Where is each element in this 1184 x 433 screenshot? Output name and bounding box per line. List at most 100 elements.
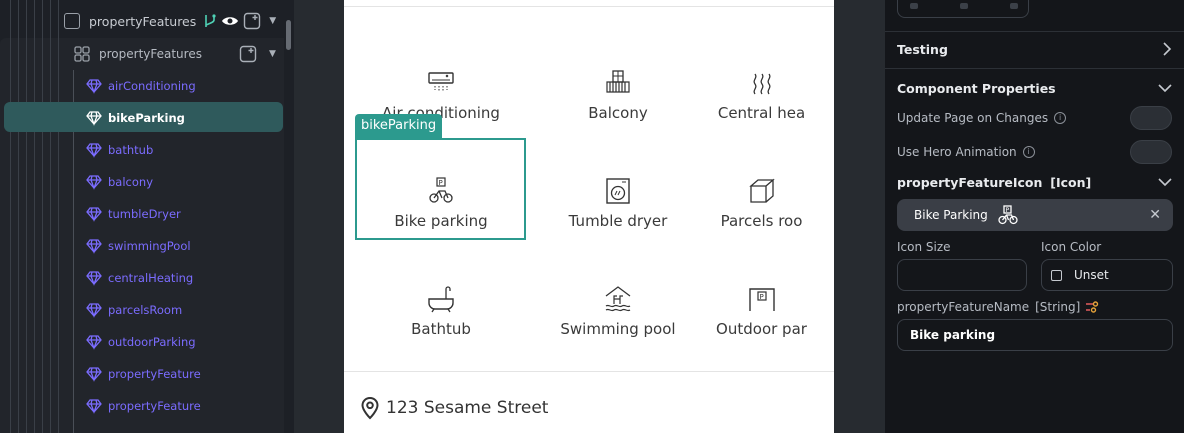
update-page-label: Update Page on Changes	[897, 111, 1049, 125]
heating-icon	[753, 73, 770, 95]
tree-item-outdoorParking[interactable]: outdoorParking	[86, 326, 196, 358]
feature-label: Balcony	[588, 104, 648, 122]
tree-container-label: propertyFeatures	[99, 47, 202, 61]
pool-icon	[605, 286, 631, 312]
tree-item-propertyFeature[interactable]: propertyFeature	[86, 358, 201, 390]
tree-scrollbar[interactable]	[284, 0, 294, 433]
feature-tile[interactable]: Tumble dryer	[538, 148, 698, 240]
feature-tile[interactable]: Swimming pool	[538, 256, 698, 348]
component-icon	[86, 143, 102, 158]
tree-item-propertyFeature[interactable]: propertyFeature	[86, 390, 201, 422]
tree-item-label: bikeParking	[108, 111, 185, 125]
feature-label: Outdoor par	[716, 320, 807, 338]
tree-item-label: bathtub	[108, 143, 154, 157]
hero-animation-label: Use Hero Animation	[897, 145, 1017, 159]
grid-icon	[74, 46, 90, 62]
icon-size-input[interactable]	[897, 259, 1027, 291]
tree-container-item[interactable]: propertyFeatures ▼	[74, 38, 279, 70]
scrollbar-thumb[interactable]	[286, 20, 291, 50]
tree-item-label: airConditioning	[108, 79, 196, 93]
update-page-toggle[interactable]	[1130, 106, 1172, 130]
icon-color-label: Icon Color	[1041, 240, 1102, 254]
feature-tile[interactable]: P Outdoor par	[701, 256, 822, 348]
component-icon	[86, 79, 102, 94]
tree-item-label: centralHeating	[108, 271, 194, 285]
icon-prop-type: [Icon]	[1050, 174, 1092, 190]
eye-icon[interactable]	[221, 13, 239, 29]
icon-prop-header[interactable]: propertyFeatureIcon [Icon]	[897, 173, 1172, 191]
feature-tile[interactable]: Parcels roo	[701, 148, 822, 240]
feature-tile[interactable]: Central hea	[701, 40, 822, 132]
tree-item-bikeParking[interactable]: bikeParking	[86, 102, 185, 134]
component-properties-label: Component Properties	[897, 80, 1056, 96]
outdoor-parking-icon: P	[748, 288, 775, 311]
variable-icon[interactable]	[1085, 300, 1099, 314]
tree-root-item[interactable]: propertyFeatures ▼	[64, 5, 279, 37]
chevron-down-icon	[1158, 178, 1172, 187]
feature-label: Swimming pool	[560, 320, 676, 338]
testing-section[interactable]: Testing	[897, 40, 1172, 58]
name-prop-name: propertyFeatureName	[897, 300, 1030, 314]
chevron-down-icon[interactable]: ▼	[269, 49, 276, 59]
name-value: Bike parking	[910, 328, 996, 342]
location-pin-icon	[361, 396, 379, 420]
icon-prop-name: propertyFeatureIcon	[897, 174, 1043, 190]
hero-animation-row: Use Hero Animation i	[897, 140, 1172, 164]
tree-item-tumbleDryer[interactable]: tumbleDryer	[86, 198, 181, 230]
name-prop-type: [String]	[1035, 300, 1081, 314]
icon-picker[interactable]: Bike Parking P ✕	[897, 199, 1173, 231]
name-input[interactable]: Bike parking	[897, 319, 1173, 351]
tree-item-label: propertyFeature	[108, 367, 201, 381]
branch-icon[interactable]	[202, 13, 218, 29]
clear-icon[interactable]: ✕	[1149, 207, 1161, 223]
tree-item-label: propertyFeature	[108, 399, 201, 413]
tree-item-swimmingPool[interactable]: swimmingPool	[86, 230, 191, 262]
feature-label: Central hea	[717, 104, 806, 122]
svg-text:P: P	[759, 293, 763, 301]
feature-label: Bathtub	[411, 320, 471, 338]
chevron-down-icon[interactable]: ▼	[269, 16, 276, 26]
tree-item-label: outdoorParking	[108, 335, 196, 349]
color-swatch	[1051, 269, 1062, 281]
feature-label: Parcels roo	[720, 212, 803, 230]
add-widget-icon[interactable]	[239, 45, 257, 63]
tree-item-label: swimmingPool	[108, 239, 191, 253]
bathtub-icon	[428, 286, 454, 313]
parcel-icon	[748, 178, 775, 203]
tree-item-label: tumbleDryer	[108, 207, 181, 221]
chevron-right-icon	[1163, 42, 1172, 56]
svg-text:P: P	[1005, 207, 1009, 214]
info-icon[interactable]: i	[1054, 112, 1067, 124]
feature-tile[interactable]: Bathtub	[361, 256, 521, 348]
container-icon	[64, 13, 80, 29]
tumble-dryer-icon	[606, 178, 630, 204]
info-icon[interactable]: i	[1022, 146, 1035, 158]
hero-animation-toggle[interactable]	[1130, 140, 1172, 164]
feature-tile[interactable]: Balcony	[538, 40, 698, 132]
selected-widget-outline	[355, 138, 526, 240]
widget-tree: propertyFeatures ▼ propertyFeatures ▼ ai…	[0, 0, 284, 433]
icon-color-input[interactable]: Unset	[1041, 259, 1173, 291]
tree-item-airConditioning[interactable]: airConditioning	[86, 70, 196, 102]
tree-item-bathtub[interactable]: bathtub	[86, 134, 153, 166]
tree-root-label: propertyFeatures	[89, 13, 197, 29]
address-text: 123 Sesame Street	[386, 398, 549, 418]
top-field-partial[interactable]	[897, 0, 1029, 18]
bike-parking-icon: P	[998, 205, 1018, 225]
component-icon	[86, 207, 102, 222]
component-icon	[86, 303, 102, 318]
tree-item-centralHeating[interactable]: centralHeating	[86, 262, 193, 294]
update-page-row: Update Page on Changes i	[897, 106, 1172, 130]
testing-label: Testing	[897, 41, 948, 57]
add-widget-icon[interactable]	[243, 12, 261, 30]
component-icon	[86, 367, 102, 382]
tree-item-label: parcelsRoom	[108, 303, 183, 317]
chevron-down-icon	[1158, 84, 1172, 93]
tree-item-balcony[interactable]: balcony	[86, 166, 153, 198]
tree-item-parcelsRoom[interactable]: parcelsRoom	[86, 294, 182, 326]
component-properties-header[interactable]: Component Properties	[897, 79, 1172, 97]
component-icon	[86, 239, 102, 254]
selected-widget-tag: bikeParking	[355, 114, 443, 138]
air-conditioner-icon	[428, 72, 454, 92]
icon-size-label: Icon Size	[897, 240, 951, 254]
